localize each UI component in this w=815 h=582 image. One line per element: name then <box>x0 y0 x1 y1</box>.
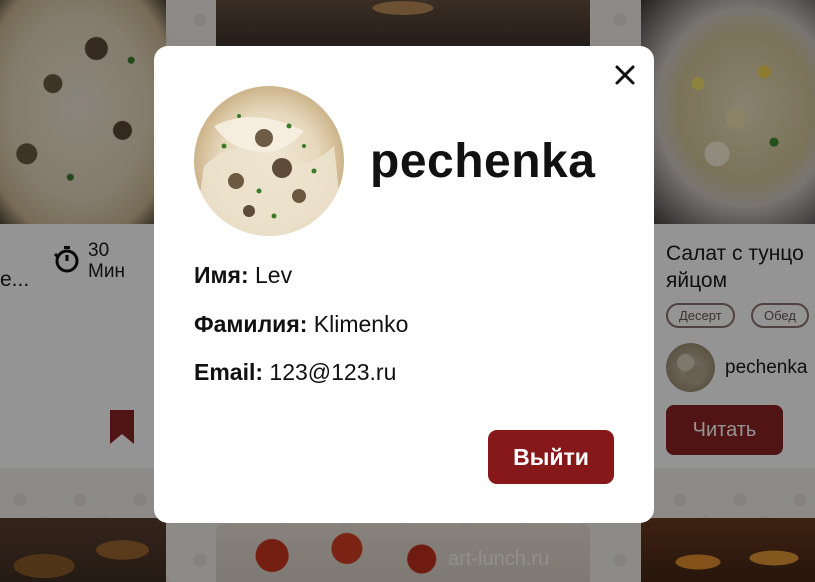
last-name-row: Фамилия: Klimenko <box>194 311 408 338</box>
email-row: Email: 123@123.ru <box>194 359 396 386</box>
logout-button[interactable]: Выйти <box>488 430 614 484</box>
email-value: 123@123.ru <box>269 359 397 385</box>
close-icon <box>612 65 638 91</box>
profile-modal: pechenka Имя: Lev Фамилия: Klimenko Emai… <box>154 46 654 523</box>
profile-username: pechenka <box>370 135 596 188</box>
profile-avatar <box>194 86 344 236</box>
first-name-value: Lev <box>255 262 293 288</box>
first-name-row: Имя: Lev <box>194 262 292 289</box>
first-name-label: Имя: <box>194 262 249 288</box>
last-name-value: Klimenko <box>313 311 409 337</box>
close-button[interactable] <box>612 62 638 88</box>
email-label: Email: <box>194 359 264 385</box>
last-name-label: Фамилия: <box>194 311 308 337</box>
